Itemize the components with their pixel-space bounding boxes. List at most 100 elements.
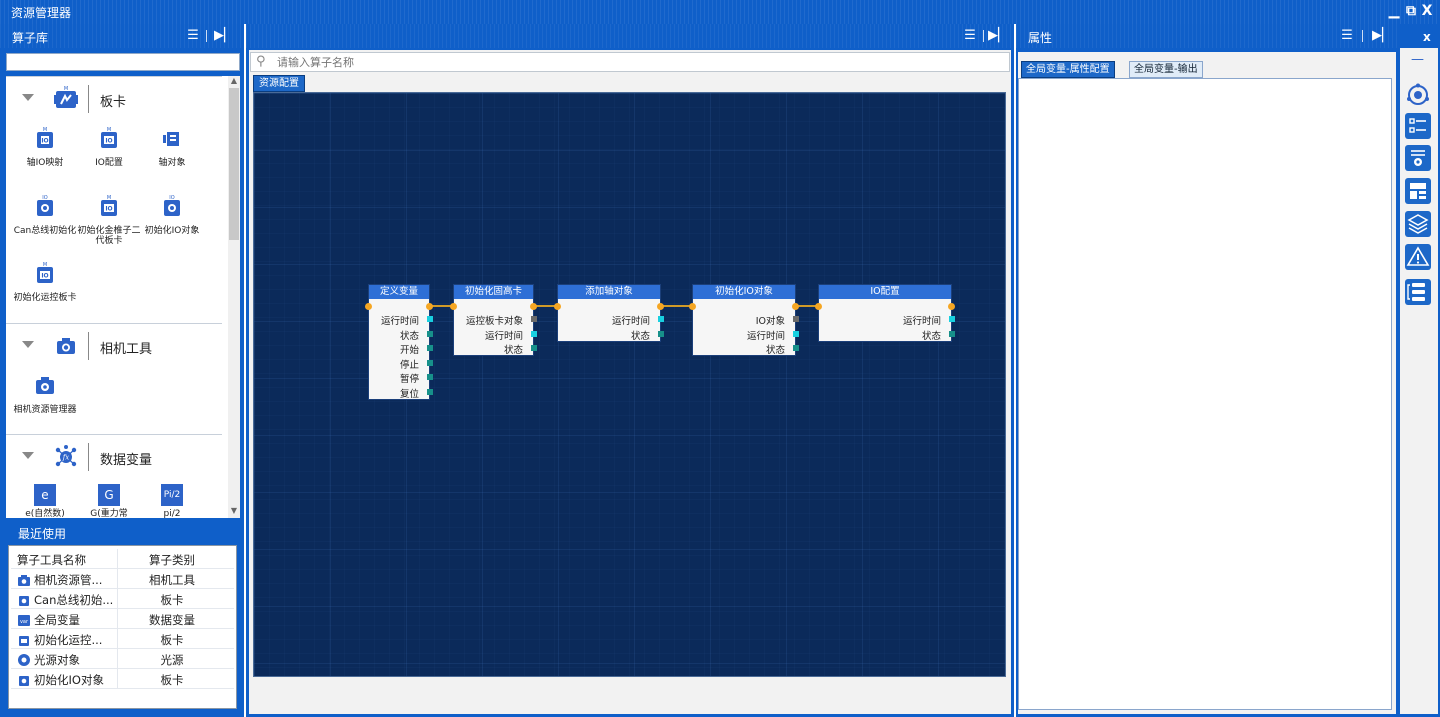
warning-icon[interactable]	[1405, 244, 1431, 270]
exec-input-port[interactable]	[689, 303, 696, 310]
tab-resource-config[interactable]: 资源配置	[253, 75, 305, 92]
scroll-down-icon[interactable]: ▼	[228, 506, 240, 518]
svg-text:IO: IO	[105, 138, 112, 145]
table-row[interactable]: Can总线初始... 板卡	[11, 589, 234, 609]
tool-can-bus-init[interactable]: IO Can总线初始化	[13, 194, 77, 236]
library-search-input[interactable]	[6, 53, 240, 71]
flow-node-io-config[interactable]: IO配置 运行时间 状态	[815, 284, 955, 342]
exec-input-port[interactable]	[450, 303, 457, 310]
output-port[interactable]	[427, 359, 433, 366]
table-row[interactable]: var 全局变量 数据变量	[11, 609, 234, 629]
tool-e-constant[interactable]: e e(自然数)	[13, 484, 77, 519]
e-constant-icon: e	[34, 484, 56, 506]
restore-button[interactable]: ⧉	[1403, 2, 1419, 20]
menu-icon[interactable]: ☰	[185, 28, 201, 44]
tool-init-motion-board[interactable]: IO M 初始化运控板卡	[13, 261, 77, 303]
orbit-icon[interactable]	[1405, 82, 1431, 108]
category-camera-tools[interactable]: 相机工具	[6, 323, 222, 367]
search-icon: ⚲	[256, 54, 266, 69]
checklist-icon[interactable]	[1405, 113, 1431, 139]
exec-output-port[interactable]	[948, 303, 955, 310]
dashboard-icon[interactable]	[1405, 178, 1431, 204]
flow-canvas[interactable]	[253, 92, 1006, 677]
output-port[interactable]	[531, 316, 537, 322]
minimize-button[interactable]: ▁	[1386, 2, 1402, 20]
output-port[interactable]	[427, 388, 433, 395]
row-name: 初始化IO对象	[34, 673, 104, 687]
menu-icon[interactable]: ☰	[962, 28, 978, 44]
flow-node-add-axis-object[interactable]: 添加轴对象 运行时间 状态	[554, 284, 664, 342]
port-label: 运行时间	[902, 316, 941, 327]
tab-global-variable-properties[interactable]: 全局变量-属性配置	[1021, 61, 1115, 78]
svg-text:M: M	[43, 262, 47, 268]
exec-input-port[interactable]	[365, 303, 372, 310]
operator-search-input[interactable]	[277, 55, 777, 69]
tool-g-constant[interactable]: G G(重力常	[77, 484, 141, 519]
output-port[interactable]	[793, 330, 799, 337]
board-io-icon	[19, 676, 29, 686]
tool-io-config[interactable]: IO M IO配置	[77, 126, 141, 168]
scroll-up-icon[interactable]: ▲	[228, 76, 240, 88]
recent-used-table: 算子工具名称 算子类别 相机资源管... 相机工具 Can总线初始... 板卡 …	[8, 545, 237, 709]
table-row[interactable]: 光源对象 光源	[11, 649, 234, 669]
output-port[interactable]	[949, 330, 955, 337]
scrollbar-thumb[interactable]	[229, 88, 239, 240]
table-row[interactable]: 初始化运控... 板卡	[11, 629, 234, 649]
operator-search-box[interactable]: ⚲	[250, 52, 1010, 72]
exec-output-port[interactable]	[426, 303, 433, 310]
output-port[interactable]	[658, 330, 664, 337]
collapse-icon[interactable]: ▶▏	[1372, 28, 1392, 44]
svg-text:IO: IO	[105, 206, 112, 213]
output-port[interactable]	[531, 345, 537, 351]
tool-axis-object[interactable]: 轴对象	[140, 126, 204, 168]
expand-arrow-icon[interactable]	[22, 452, 34, 459]
row-category: 板卡	[160, 633, 184, 647]
svg-text:M: M	[64, 86, 68, 92]
side-close-icon[interactable]: x	[1423, 30, 1431, 44]
tool-pi-half[interactable]: Pi/2 pi/2	[140, 484, 204, 519]
flow-node-init-googol-card[interactable]: 初始化固高卡 运控板卡对象 运行时间 状态	[450, 284, 537, 356]
flow-list-icon[interactable]	[1405, 279, 1431, 305]
exec-output-port[interactable]	[792, 303, 799, 310]
expand-arrow-icon[interactable]	[22, 94, 34, 101]
collapse-icon[interactable]: ▶▏	[988, 28, 1008, 44]
exec-input-port[interactable]	[554, 303, 561, 310]
exec-output-port[interactable]	[657, 303, 664, 310]
tab-global-variable-output[interactable]: 全局变量-输出	[1129, 61, 1203, 78]
flow-node-define-variable[interactable]: 定义变量 运行时间 状态 开始 停止 暂停 复位	[365, 284, 433, 400]
collapse-icon[interactable]: ▶▏	[214, 28, 234, 44]
output-port[interactable]	[793, 316, 799, 322]
table-row[interactable]: 初始化IO对象 板卡	[11, 669, 234, 689]
tool-init-board[interactable]: IO M 初始化金椎子二代板卡	[77, 194, 141, 246]
output-port[interactable]	[427, 330, 433, 337]
close-button[interactable]: X	[1419, 2, 1435, 20]
output-port[interactable]	[427, 345, 433, 351]
menu-icon[interactable]: ☰	[1339, 28, 1355, 44]
exec-output-port[interactable]	[530, 303, 537, 310]
table-row[interactable]: 相机资源管... 相机工具	[11, 569, 234, 589]
output-port[interactable]	[427, 374, 433, 380]
board-io-icon	[19, 636, 29, 646]
output-port[interactable]	[793, 345, 799, 351]
tool-axis-io-map[interactable]: IO M 轴IO映射	[13, 126, 77, 168]
expand-arrow-icon[interactable]	[22, 341, 34, 348]
app-title: 资源管理器	[11, 6, 72, 20]
layers-icon[interactable]	[1405, 211, 1431, 237]
port-label: 运行时间	[611, 316, 650, 327]
operator-library-title: 算子库	[12, 31, 49, 45]
exec-input-port[interactable]	[815, 303, 822, 310]
category-board[interactable]: M 板卡	[6, 76, 222, 120]
axis-io-map-icon: IO M	[37, 127, 53, 148]
list-settings-icon[interactable]	[1405, 145, 1431, 171]
output-port[interactable]	[949, 316, 955, 322]
output-port[interactable]	[427, 316, 433, 322]
tool-init-io-object[interactable]: IO 初始化IO对象	[140, 194, 204, 236]
output-port[interactable]	[658, 316, 664, 322]
category-data-variables[interactable]: fx 数据变量	[6, 434, 222, 478]
library-scrollbar[interactable]: ▲ ▼	[228, 76, 240, 518]
table-header-row: 算子工具名称 算子类别	[11, 549, 234, 569]
tool-camera-resource-manager[interactable]: 相机资源管理器	[13, 373, 77, 415]
output-port[interactable]	[531, 330, 537, 337]
side-minimize-icon[interactable]: —	[1411, 52, 1424, 67]
flow-node-init-io-object[interactable]: 初始化IO对象 IO对象 运行时间 状态	[689, 284, 799, 356]
